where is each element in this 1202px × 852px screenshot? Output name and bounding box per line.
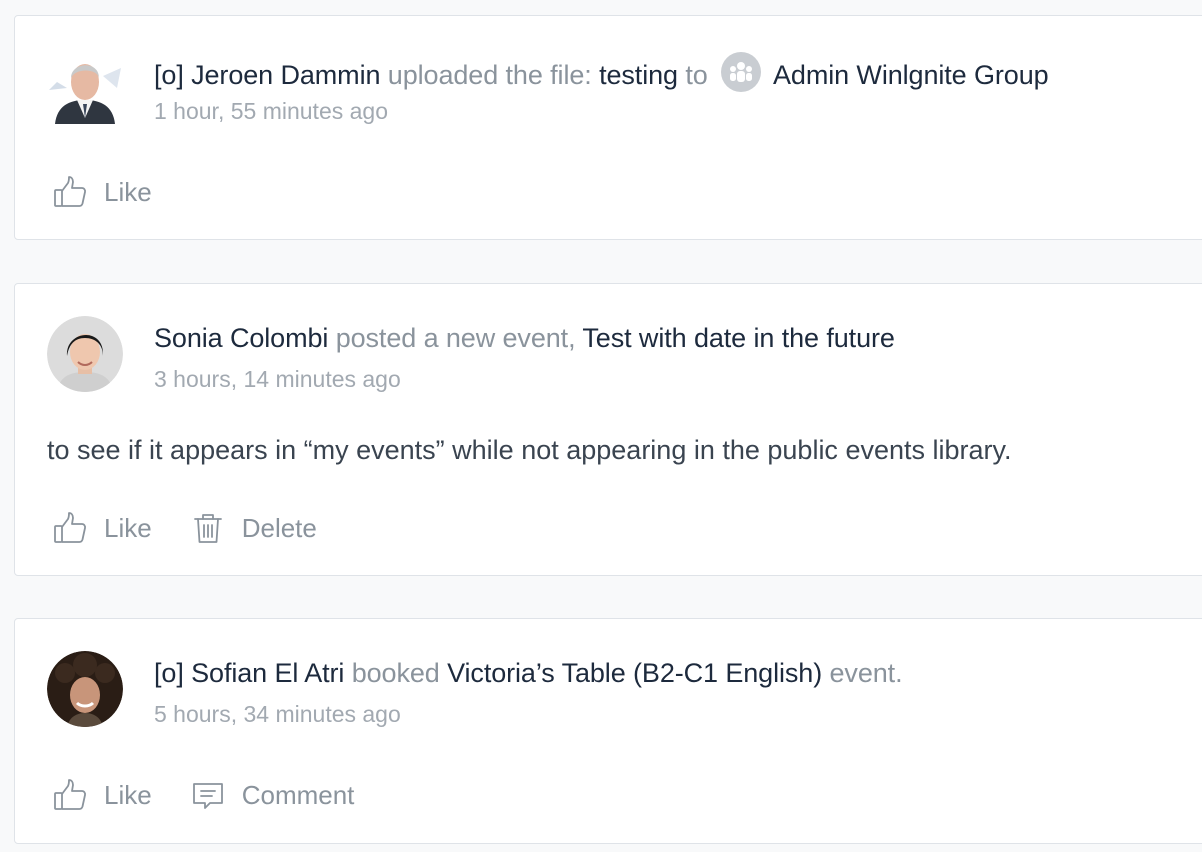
like-label: Like bbox=[104, 779, 152, 810]
comment-button[interactable]: Comment bbox=[190, 777, 355, 813]
avatar[interactable] bbox=[47, 316, 123, 392]
thumbs-up-icon bbox=[52, 174, 88, 210]
activity-headline: [o] Sofian El Atri booked Victoria’s Tab… bbox=[154, 655, 903, 691]
actor-link[interactable]: Sonia Colombi bbox=[154, 323, 328, 353]
activity-card: [o] Jeroen Dammin uploaded the file: tes… bbox=[14, 15, 1202, 240]
avatar[interactable] bbox=[47, 651, 123, 727]
timestamp[interactable]: 1 hour, 55 minutes ago bbox=[154, 96, 388, 126]
activity-body: to see if it appears in “my events” whil… bbox=[47, 435, 1012, 465]
like-button[interactable]: Like bbox=[52, 174, 152, 210]
timestamp[interactable]: 5 hours, 34 minutes ago bbox=[154, 699, 401, 729]
timestamp[interactable]: 3 hours, 14 minutes ago bbox=[154, 364, 401, 394]
action-bar: Like Delete bbox=[52, 510, 355, 546]
actor-link[interactable]: [o] Sofian El Atri bbox=[154, 658, 344, 688]
event-link[interactable]: Victoria’s Table (B2-C1 English) bbox=[447, 658, 822, 688]
activity-suffix: event. bbox=[829, 658, 903, 688]
activity-card: Sonia Colombi posted a new event, Test w… bbox=[14, 283, 1202, 576]
file-link[interactable]: testing bbox=[599, 60, 678, 90]
activity-card: [o] Sofian El Atri booked Victoria’s Tab… bbox=[14, 618, 1202, 844]
like-button[interactable]: Like bbox=[52, 777, 152, 813]
comment-label: Comment bbox=[241, 779, 355, 810]
activity-verb: uploaded the file: bbox=[387, 60, 592, 90]
activity-verb: booked bbox=[351, 658, 440, 688]
actor-link[interactable]: [o] Jeroen Dammin bbox=[154, 60, 380, 90]
like-label: Like bbox=[104, 176, 152, 207]
thumbs-up-icon bbox=[52, 510, 88, 546]
thumbs-up-icon bbox=[52, 777, 88, 813]
like-button[interactable]: Like bbox=[52, 510, 152, 546]
group-icon[interactable] bbox=[721, 52, 762, 92]
comment-icon bbox=[190, 777, 226, 813]
like-label: Like bbox=[104, 512, 152, 543]
activity-connector: to bbox=[685, 60, 708, 90]
activity-headline: Sonia Colombi posted a new event, Test w… bbox=[154, 320, 895, 356]
activity-headline: [o] Jeroen Dammin uploaded the file: tes… bbox=[154, 52, 1049, 93]
event-link[interactable]: Test with date in the future bbox=[582, 323, 894, 353]
activity-verb: posted a new event, bbox=[335, 323, 576, 353]
action-bar: Like bbox=[52, 174, 190, 210]
group-link[interactable]: Admin Winlgnite Group bbox=[773, 60, 1049, 90]
delete-label: Delete bbox=[241, 512, 317, 543]
action-bar: Like Comment bbox=[52, 777, 392, 813]
avatar[interactable] bbox=[47, 48, 123, 124]
trash-icon bbox=[190, 510, 226, 546]
delete-button[interactable]: Delete bbox=[190, 510, 317, 546]
